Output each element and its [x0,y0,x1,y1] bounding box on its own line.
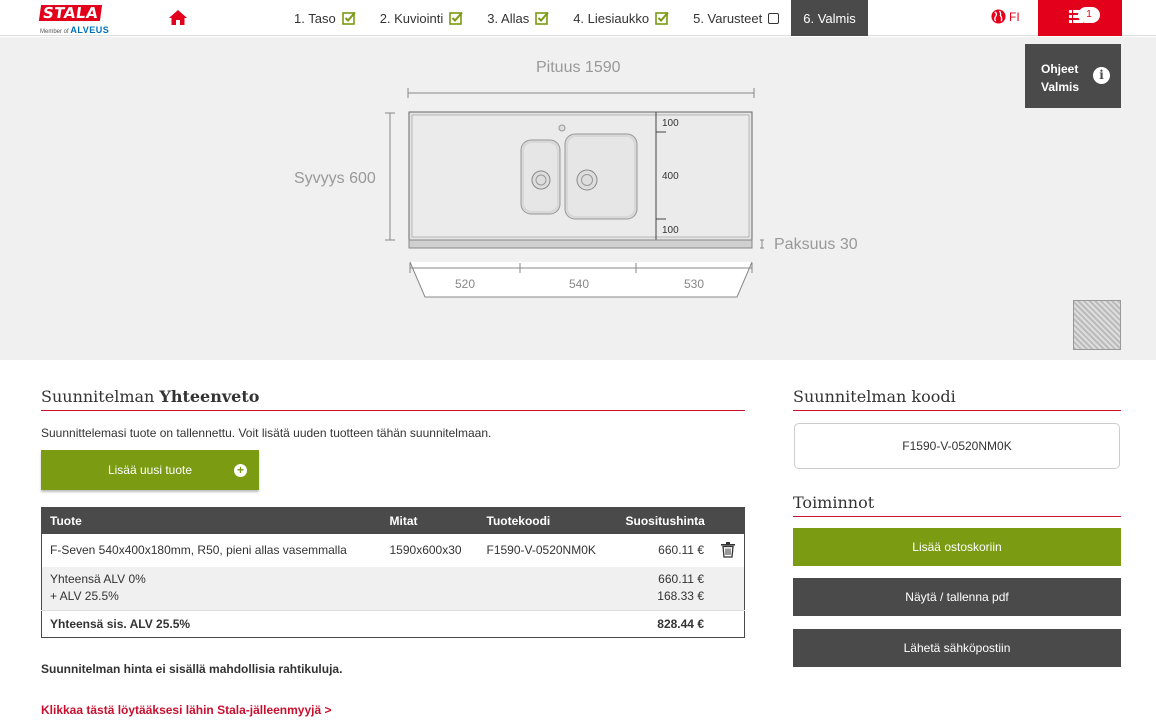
find-dealer-link[interactable]: Klikkaa tästä löytääksesi lähin Stala-jä… [41,703,332,717]
item-price-cell: 660.11 € [617,533,745,567]
subtotal-label: Yhteensä ALV 0% [50,572,146,587]
add-new-product-button[interactable]: Lisää uusi tuote + [41,450,259,490]
right-dimension-top: 100 [662,118,679,129]
item-size: 1590x600x30 [381,533,479,567]
subtotal-values: 660.11 € 168.33 € [617,566,745,611]
bottom-dimension-left: 520 [455,277,476,291]
column-header-product: Tuote [41,507,382,534]
show-save-pdf-button[interactable]: Näytä / tallenna pdf [793,578,1121,616]
subtotal-labels: Yhteensä ALV 0% + ALV 25.5% [41,566,618,611]
summary-title: Suunnitelman Yhteenveto [41,387,745,411]
sink-drawing [385,88,764,298]
column-header-price: Suositushinta [617,507,745,534]
help-label-line2: Valmis [1041,80,1080,94]
trash-icon[interactable] [721,541,735,558]
table-row: F-Seven 540x400x180mm, R50, pieni allas … [41,533,745,567]
saved-note: Suunnittelemasi tuote on tallennettu. Vo… [41,426,492,440]
bottom-dimension-middle: 540 [569,277,590,291]
summary-table: Tuote Mitat Tuotekoodi Suositushinta F-S… [41,507,745,638]
table-row-subtotal: Yhteensä ALV 0% + ALV 25.5% 660.11 € 168… [41,566,745,611]
length-dimension-label: Pituus 1590 [536,59,621,76]
price-note: Suunnitelman hinta ei sisällä mahdollisi… [41,662,343,676]
plus-circle-icon: + [234,464,247,477]
vat-label: + ALV 25.5% [50,589,119,604]
summary-title-light: Suunnitelman [41,387,155,406]
item-code: F1590-V-0520NM0K [478,533,618,567]
send-email-button[interactable]: Lähetä sähköpostiin [793,629,1121,667]
total-value: 828.44 € [617,610,745,638]
item-price: 660.11 € [658,542,704,557]
plan-code-title: Suunnitelman koodi [793,387,1121,411]
total-label: Yhteensä sis. ALV 25.5% [41,610,618,638]
subtotal-value: 660.11 € [658,572,704,587]
item-name: F-Seven 540x400x180mm, R50, pieni allas … [41,533,382,567]
column-header-code: Tuotekoodi [478,507,618,534]
right-dimension-middle: 400 [662,171,679,182]
table-row-total: Yhteensä sis. ALV 25.5% 828.44 € [41,610,745,638]
bottom-dimension-right: 530 [684,277,705,291]
thickness-dimension-label: Paksuus 30 [774,236,858,253]
depth-dimension-label: Syvyys 600 [294,170,376,187]
help-button[interactable]: Ohjeet Valmis i [1025,44,1121,108]
column-header-size: Mitat [381,507,479,534]
summary-title-bold: Yhteenveto [159,387,260,406]
info-icon: i [1093,67,1110,84]
vat-value: 168.33 € [657,589,704,604]
right-dimension-bottom: 100 [662,225,679,236]
actions-title: Toiminnot [793,493,1121,517]
add-to-cart-button[interactable]: Lisää ostoskoriin [793,528,1121,566]
plan-code-field[interactable]: F1590-V-0520NM0K [794,423,1120,469]
texture-swatch[interactable] [1073,300,1121,350]
add-button-label: Lisää uusi tuote [107,463,193,477]
table-header-row: Tuote Mitat Tuotekoodi Suositushinta [41,507,745,534]
